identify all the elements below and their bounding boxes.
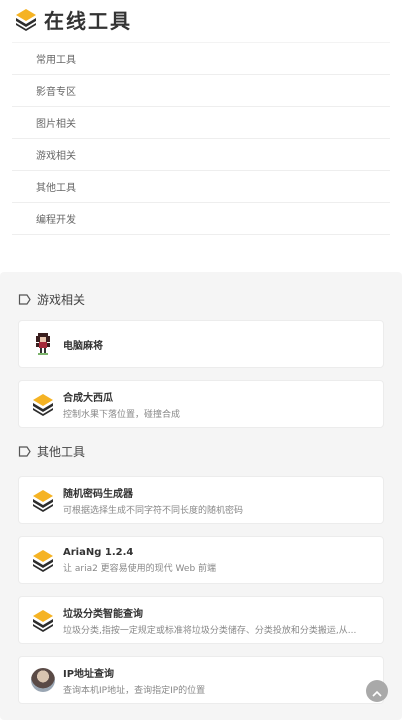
tool-card-title: 随机密码生成器 <box>63 488 133 500</box>
tool-card-password-generator[interactable]: 随机密码生成器 可根据选择生成不同字符不同长度的随机密码 <box>18 476 384 524</box>
tool-card-desc: 查询本机IP地址，查询指定IP的位置 <box>63 685 206 696</box>
tool-card-mahjong[interactable]: 电脑麻将 <box>18 320 384 368</box>
nav-item-other-tools[interactable]: 其他工具 <box>12 171 390 203</box>
tag-icon <box>18 445 31 457</box>
nav-item-label: 编程开发 <box>36 215 76 226</box>
tool-card-ip-lookup[interactable]: IP地址查询 查询本机IP地址，查询指定IP的位置 <box>18 656 384 704</box>
tool-card-desc: 控制水果下落位置，碰撞合成 <box>63 409 181 420</box>
nav-item-label: 其他工具 <box>36 183 76 194</box>
layers-icon <box>31 488 55 512</box>
section-title: 其他工具 <box>37 444 86 459</box>
tool-card-desc: 垃圾分类,指按一定规定或标准将垃圾分类储存、分类投放和分类搬运,从... <box>63 625 357 636</box>
tool-card-ariang[interactable]: AriaNg 1.2.4 让 aria2 更容易使用的现代 Web 前端 <box>18 536 384 584</box>
nav-item-label: 游戏相关 <box>36 151 76 162</box>
section-title: 游戏相关 <box>37 292 86 307</box>
main-nav: 常用工具 影音专区 图片相关 游戏相关 其他工具 编程开发 <box>0 38 402 235</box>
tag-icon <box>18 293 31 305</box>
layers-icon[interactable] <box>14 7 38 31</box>
tool-card-title: 垃圾分类智能查询 <box>63 608 143 620</box>
site-title[interactable]: 在线工具 <box>44 5 132 34</box>
section-header-other: 其他工具 <box>8 436 394 466</box>
tool-card-watermelon[interactable]: 合成大西瓜 控制水果下落位置，碰撞合成 <box>18 380 384 428</box>
nav-item-label: 影音专区 <box>36 87 76 98</box>
layers-icon <box>31 392 55 416</box>
section-header-games: 游戏相关 <box>8 284 394 314</box>
nav-item-label: 图片相关 <box>36 119 76 130</box>
tool-card-title: 合成大西瓜 <box>63 392 113 404</box>
nav-item-media[interactable]: 影音专区 <box>12 75 390 107</box>
tool-card-title: AriaNg 1.2.4 <box>63 546 134 558</box>
layers-icon <box>31 608 55 632</box>
nav-item-common-tools[interactable]: 常用工具 <box>12 42 390 75</box>
tool-card-garbage-sorting[interactable]: 垃圾分类智能查询 垃圾分类,指按一定规定或标准将垃圾分类储存、分类投放和分类搬运… <box>18 596 384 644</box>
chevron-up-icon <box>372 682 382 701</box>
nav-item-programming[interactable]: 编程开发 <box>12 203 390 235</box>
content-area: 游戏相关 电脑麻将 合成大西瓜 控制水果下落位置，碰撞合成 其他工具 随机密码生… <box>0 272 402 720</box>
tool-card-desc: 让 aria2 更容易使用的现代 Web 前端 <box>63 563 217 574</box>
site-header: 在线工具 <box>0 0 402 38</box>
nav-item-games[interactable]: 游戏相关 <box>12 139 390 171</box>
layers-icon <box>31 548 55 572</box>
back-to-top-button[interactable] <box>366 680 388 702</box>
nav-item-images[interactable]: 图片相关 <box>12 107 390 139</box>
nav-item-label: 常用工具 <box>36 55 76 66</box>
avatar-icon <box>31 668 55 692</box>
tool-card-title: IP地址查询 <box>63 668 115 680</box>
tool-card-title: 电脑麻将 <box>63 340 103 352</box>
pixel-character-icon <box>31 332 55 356</box>
tool-card-desc: 可根据选择生成不同字符不同长度的随机密码 <box>63 505 244 516</box>
